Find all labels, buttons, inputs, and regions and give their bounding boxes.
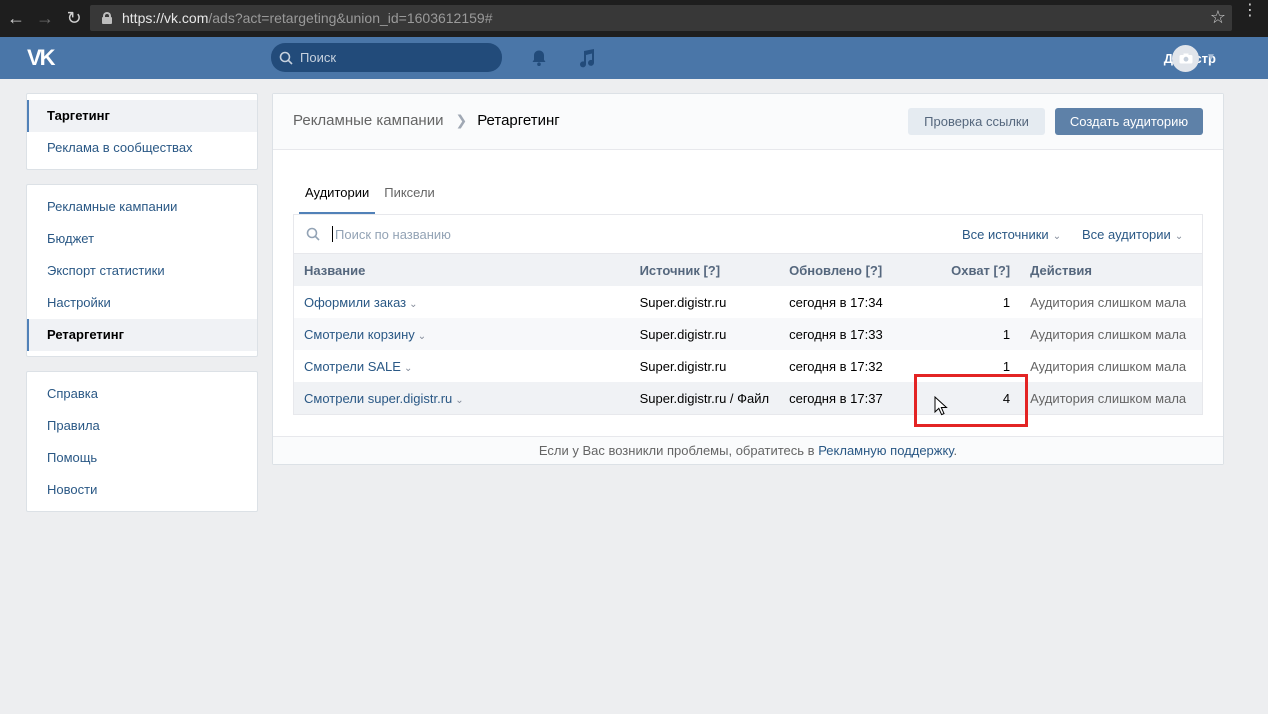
audience-name[interactable]: Смотрели SALE xyxy=(304,359,401,374)
audience-name-cell[interactable]: Смотрели корзину ⌄ xyxy=(294,318,630,350)
sidebar-item-budget[interactable]: Бюджет xyxy=(27,223,257,255)
column-header-source[interactable]: Источник [?] xyxy=(629,254,780,286)
browser-toolbar: ← → ↻ https://vk.com/ads?act=retargeting… xyxy=(0,0,1268,37)
check-link-button[interactable]: Проверка ссылки xyxy=(908,108,1045,135)
site-header: VK Поиск Дигистр ▼ xyxy=(0,37,1268,79)
support-note-text: Если у Вас возникли проблемы, обратитесь… xyxy=(538,443,819,458)
sidebar-item-campaigns[interactable]: Рекламные кампании xyxy=(27,191,257,223)
camera-icon xyxy=(1179,53,1192,64)
header-search-placeholder: Поиск xyxy=(300,50,337,65)
chevron-down-icon[interactable]: ⌄ xyxy=(409,299,417,310)
sidebar-item-community-ads[interactable]: Реклама в сообществах xyxy=(27,132,257,164)
breadcrumb-campaigns[interactable]: Рекламные кампании xyxy=(293,112,443,129)
audiences-filter-dropdown[interactable]: Все аудитории ⌄ xyxy=(1082,227,1183,242)
reach-cell: 1 xyxy=(921,318,1021,350)
sidebar-item-export-stats[interactable]: Экспорт статистики xyxy=(27,255,257,287)
chevron-down-icon[interactable]: ⌄ xyxy=(418,331,426,342)
breadcrumb: Рекламные кампании ❯ Ретаргетинг xyxy=(293,112,560,129)
sidebar-item-news[interactable]: Новости xyxy=(27,474,257,506)
ads-support-link[interactable]: Рекламную поддержку xyxy=(818,443,953,458)
sidebar-ads-type: Таргетинг Реклама в сообществах xyxy=(26,93,258,170)
table-row[interactable]: Смотрели корзину ⌄ Super.digistr.ru сегод… xyxy=(294,318,1202,350)
reload-icon[interactable]: ↻ xyxy=(61,6,87,32)
audience-name[interactable]: Смотрели super.digistr.ru xyxy=(304,391,452,406)
search-icon xyxy=(306,227,320,241)
lock-icon xyxy=(102,12,112,24)
sidebar-ads-menu: Рекламные кампании Бюджет Экспорт статис… xyxy=(26,184,258,357)
audience-name-cell[interactable]: Оформили заказ ⌄ xyxy=(294,286,630,318)
url-path: /ads?act=retargeting&union_id=1603612159… xyxy=(208,10,493,26)
audiences-table-box: Все источники⌄ Все аудитории⌄ Название И… xyxy=(293,214,1203,415)
source-cell: Super.digistr.ru xyxy=(629,286,780,318)
source-cell: Super.digistr.ru xyxy=(629,318,780,350)
audiences-filter-label: Все аудитории xyxy=(1082,227,1171,242)
tab-pixels[interactable]: Пиксели xyxy=(378,176,441,214)
actions-cell: Аудитория слишком мала xyxy=(1020,382,1202,414)
url-host: https://vk.com xyxy=(122,10,209,26)
mouse-cursor-icon xyxy=(934,396,948,416)
sources-filter-dropdown[interactable]: Все источники ⌄ xyxy=(962,227,1061,242)
audience-name-cell[interactable]: Смотрели super.digistr.ru ⌄ xyxy=(294,382,630,414)
sidebar-item-help[interactable]: Справка xyxy=(27,378,257,410)
chevron-down-icon[interactable]: ⌄ xyxy=(404,363,412,374)
audience-name[interactable]: Оформили заказ xyxy=(304,295,406,310)
browser-menu-icon[interactable]: ⋮ xyxy=(1242,3,1258,19)
sources-filter-label: Все источники xyxy=(962,227,1049,242)
avatar[interactable] xyxy=(1172,45,1199,72)
updated-cell: сегодня в 17:32 xyxy=(779,350,922,382)
chevron-right-icon: ❯ xyxy=(455,112,468,128)
table-row[interactable]: Смотрели super.digistr.ru ⌄ Super.digistr… xyxy=(294,382,1202,414)
forward-arrow-icon[interactable]: → xyxy=(32,6,58,32)
source-cell: Super.digistr.ru / Файл xyxy=(629,382,780,414)
sidebar-help-menu: Справка Правила Помощь Новости xyxy=(26,371,258,512)
updated-cell: сегодня в 17:33 xyxy=(779,318,922,350)
music-icon[interactable] xyxy=(577,48,595,68)
column-header-updated[interactable]: Обновлено [?] xyxy=(779,254,922,286)
audience-name-cell[interactable]: Смотрели SALE ⌄ xyxy=(294,350,630,382)
chevron-down-icon: ⌄ xyxy=(1174,231,1184,242)
bell-icon[interactable] xyxy=(530,49,548,67)
sidebar-item-support[interactable]: Помощь xyxy=(27,442,257,474)
column-header-name[interactable]: Название xyxy=(294,254,630,286)
filter-row: Все источники⌄ Все аудитории⌄ xyxy=(294,215,1202,254)
chevron-down-icon[interactable]: ⌄ xyxy=(455,395,463,406)
support-note: Если у Вас возникли проблемы, обратитесь… xyxy=(273,436,1223,464)
table-row[interactable]: Оформили заказ ⌄ Super.digistr.ru сегодня… xyxy=(294,286,1202,318)
table-header-row: Название Источник [?] Обновлено [?] Охва… xyxy=(294,254,1202,286)
actions-cell: Аудитория слишком мала xyxy=(1020,318,1202,350)
sidebar-item-targeting[interactable]: Таргетинг xyxy=(27,100,257,132)
column-header-reach[interactable]: Охват [?] xyxy=(921,254,1021,286)
header-search[interactable]: Поиск xyxy=(271,43,502,72)
actions-cell: Аудитория слишком мала xyxy=(1020,350,1202,382)
create-audience-button[interactable]: Создать аудиторию xyxy=(1055,108,1203,135)
column-header-actions: Действия xyxy=(1020,254,1202,286)
audience-search-input[interactable] xyxy=(332,226,632,242)
vk-logo[interactable]: VK xyxy=(27,45,61,70)
address-bar[interactable]: https://vk.com/ads?act=retargeting&union… xyxy=(90,5,1232,31)
back-arrow-icon[interactable]: ← xyxy=(3,6,29,32)
page-title: Ретаргетинг xyxy=(477,112,560,129)
sidebar-item-settings[interactable]: Настройки xyxy=(27,287,257,319)
audiences-table: Название Источник [?] Обновлено [?] Охва… xyxy=(294,254,1202,414)
reach-cell: 1 xyxy=(921,286,1021,318)
sidebar-item-retargeting[interactable]: Ретаргетинг xyxy=(27,319,257,351)
sidebar-item-rules[interactable]: Правила xyxy=(27,410,257,442)
updated-cell: сегодня в 17:34 xyxy=(779,286,922,318)
page-header: Рекламные кампании ❯ Ретаргетинг Проверк… xyxy=(273,94,1223,150)
support-note-end: . xyxy=(953,443,958,458)
chevron-down-icon: ⌄ xyxy=(1052,231,1062,242)
bookmark-star-icon[interactable]: ☆ xyxy=(1210,7,1226,28)
audience-name[interactable]: Смотрели корзину xyxy=(304,327,415,342)
updated-cell: сегодня в 17:37 xyxy=(779,382,922,414)
main-panel: Рекламные кампании ❯ Ретаргетинг Проверк… xyxy=(272,93,1224,465)
tab-audiences[interactable]: Аудитории xyxy=(299,176,376,214)
actions-cell: Аудитория слишком мала xyxy=(1020,286,1202,318)
table-row[interactable]: Смотрели SALE ⌄ Super.digistr.ru сегодня … xyxy=(294,350,1202,382)
search-icon xyxy=(279,51,293,65)
source-cell: Super.digistr.ru xyxy=(629,350,780,382)
highlight-annotation xyxy=(914,374,1028,427)
tabs: Аудитории Пиксели xyxy=(299,176,444,214)
user-menu-chevron-icon[interactable]: ▼ xyxy=(1206,52,1216,63)
